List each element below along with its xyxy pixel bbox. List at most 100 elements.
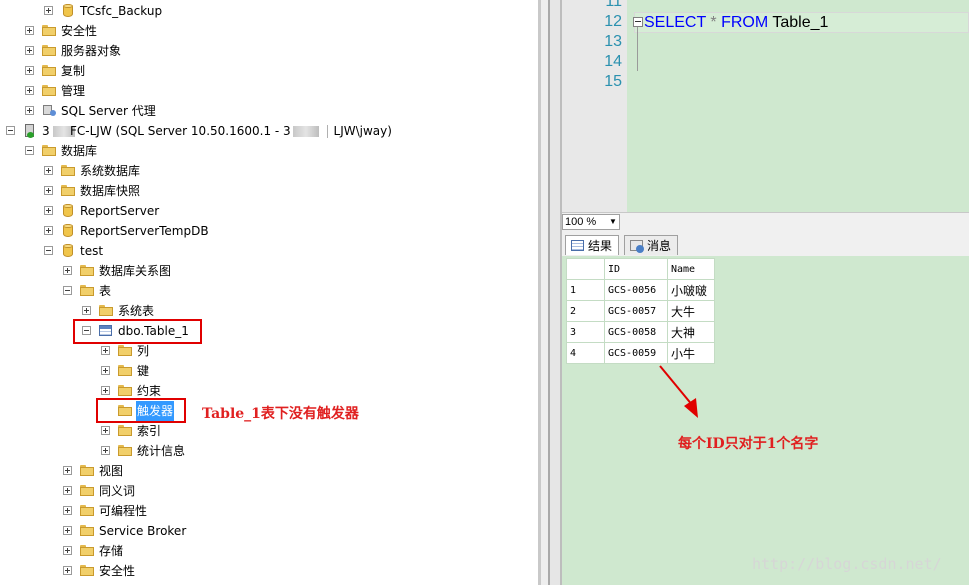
table-row[interactable]: 2 GCS-0057 大牛 (566, 300, 715, 322)
expand-icon[interactable] (101, 366, 110, 375)
folder-icon (41, 24, 57, 38)
tree-node-replication[interactable]: 复制 (0, 61, 538, 81)
corner-cell[interactable] (566, 258, 605, 280)
zoom-select[interactable]: 100 % ▼ (562, 214, 620, 230)
row-number[interactable]: 2 (566, 300, 605, 322)
collapse-icon[interactable] (63, 286, 72, 295)
expand-icon[interactable] (101, 446, 110, 455)
folder-icon (117, 344, 133, 358)
collapse-icon[interactable] (6, 126, 15, 135)
tree-node-server-objects[interactable]: 服务器对象 (0, 41, 538, 61)
folder-icon (117, 424, 133, 438)
expand-icon[interactable] (44, 186, 53, 195)
expand-icon[interactable] (25, 26, 34, 35)
tree-node-system-tables[interactable]: 系统表 (0, 301, 538, 321)
tree-node-server[interactable]: 3 FC-LJW (SQL Server 10.50.1600.1 - 3 LJ… (0, 121, 538, 141)
sql-code-line[interactable]: SELECT * FROM Table_1 (644, 12, 828, 33)
tree-node-security-db[interactable]: 安全性 (0, 561, 538, 581)
expand-icon[interactable] (101, 426, 110, 435)
tree-node-keys[interactable]: 键 (0, 361, 538, 381)
row-number[interactable]: 3 (566, 321, 605, 343)
expand-icon[interactable] (44, 206, 53, 215)
expand-icon[interactable] (25, 46, 34, 55)
tree-node-programmability[interactable]: 可编程性 (0, 501, 538, 521)
cell-id[interactable]: GCS-0058 (604, 321, 668, 343)
annotation-trigger-note: Table_1表下没有触发器 (202, 406, 359, 422)
tree-node-views[interactable]: 视图 (0, 461, 538, 481)
expand-icon[interactable] (25, 106, 34, 115)
node-label: 同义词 (99, 484, 136, 498)
tab-messages[interactable]: 消息 (624, 235, 679, 255)
column-header-name[interactable]: Name (667, 258, 715, 280)
table-row[interactable]: 1 GCS-0056 小啵啵 (566, 279, 715, 301)
cell-name[interactable]: 小啵啵 (667, 279, 715, 301)
node-label: 复制 (61, 64, 86, 78)
outline-collapse-icon[interactable] (633, 17, 643, 27)
expand-icon[interactable] (63, 266, 72, 275)
node-label: test (80, 244, 104, 258)
tab-label: 结果 (588, 239, 613, 253)
tree-node-management[interactable]: 管理 (0, 81, 538, 101)
pane-splitter[interactable] (538, 0, 562, 585)
tree-node-service-broker[interactable]: Service Broker (0, 521, 538, 541)
node-label: 数据库关系图 (99, 264, 172, 278)
expand-icon[interactable] (101, 386, 110, 395)
server-label: FC-LJW (SQL Server 10.50.1600.1 - 3 LJW\… (70, 124, 392, 138)
collapse-icon[interactable] (44, 246, 53, 255)
tree-node-test[interactable]: test (0, 241, 538, 261)
tree-node-databases[interactable]: 数据库 (0, 141, 538, 161)
expand-icon[interactable] (25, 86, 34, 95)
node-label: 安全性 (61, 24, 98, 38)
cell-name[interactable]: 大牛 (667, 300, 715, 322)
expand-icon[interactable] (82, 306, 91, 315)
tree-node-sql-agent[interactable]: SQL Server 代理 (0, 101, 538, 121)
node-label: 数据库 (61, 144, 98, 158)
chevron-down-icon[interactable]: ▼ (607, 215, 619, 229)
zoom-value: 100 % (565, 216, 597, 228)
expand-icon[interactable] (63, 466, 72, 475)
expand-icon[interactable] (63, 566, 72, 575)
expand-icon[interactable] (25, 66, 34, 75)
tab-results[interactable]: 结果 (565, 235, 620, 255)
row-number[interactable]: 1 (566, 279, 605, 301)
result-grid[interactable]: ID Name 1 GCS-0056 小啵啵 2 GCS-0057 大牛 3 G… (566, 258, 964, 585)
line-number: 15 (604, 73, 622, 90)
tree-node-statistics[interactable]: 统计信息 (0, 441, 538, 461)
folder-icon (60, 164, 76, 178)
tree-node-db-diagrams[interactable]: 数据库关系图 (0, 261, 538, 281)
cell-id[interactable]: GCS-0057 (604, 300, 668, 322)
node-label: ReportServer (80, 204, 160, 218)
database-icon (60, 224, 76, 238)
tree-node-tcsfc-backup[interactable]: TCsfc_Backup (0, 1, 538, 21)
tree-node-tables[interactable]: 表 (0, 281, 538, 301)
expand-icon[interactable] (101, 346, 110, 355)
header-row: ID Name (566, 258, 715, 280)
tree-node-storage[interactable]: 存储 (0, 541, 538, 561)
expand-icon[interactable] (63, 526, 72, 535)
table-row[interactable]: 3 GCS-0058 大神 (566, 321, 715, 343)
tree-node-constraints[interactable]: 约束 (0, 381, 538, 401)
tree-node-security[interactable]: 安全性 (0, 21, 538, 41)
expand-icon[interactable] (44, 6, 53, 15)
database-icon (60, 204, 76, 218)
cell-name[interactable]: 大神 (667, 321, 715, 343)
tree-node-db-snapshots[interactable]: 数据库快照 (0, 181, 538, 201)
column-header-id[interactable]: ID (604, 258, 668, 280)
expand-icon[interactable] (63, 506, 72, 515)
folder-icon (41, 64, 57, 78)
tree-node-system-databases[interactable]: 系统数据库 (0, 161, 538, 181)
tree-node-reportservertempdb[interactable]: ReportServerTempDB (0, 221, 538, 241)
expand-icon[interactable] (44, 226, 53, 235)
expand-icon[interactable] (44, 166, 53, 175)
collapse-icon[interactable] (25, 146, 34, 155)
expand-icon[interactable] (63, 486, 72, 495)
expand-icon[interactable] (63, 546, 72, 555)
tab-label: 消息 (647, 239, 672, 253)
tree-node-indexes[interactable]: 索引 (0, 421, 538, 441)
row-number[interactable]: 4 (566, 342, 605, 364)
tree-node-synonyms[interactable]: 同义词 (0, 481, 538, 501)
line-number-gutter (562, 0, 634, 212)
cell-id[interactable]: GCS-0056 (604, 279, 668, 301)
tree-node-reportserver[interactable]: ReportServer (0, 201, 538, 221)
tree-node-columns[interactable]: 列 (0, 341, 538, 361)
